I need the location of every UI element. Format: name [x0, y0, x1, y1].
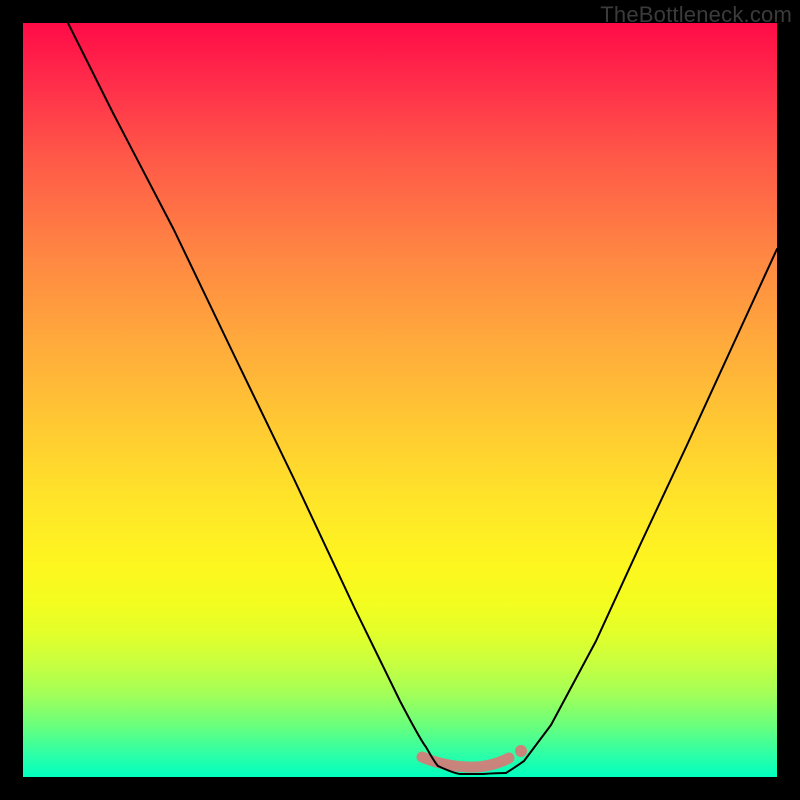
line-left-descending: [68, 23, 506, 774]
frame-border: TheBottleneck.com: [0, 0, 800, 800]
watermark-text: TheBottleneck.com: [600, 2, 792, 28]
valley-end-dot: [515, 745, 527, 757]
plot-area: [23, 23, 777, 777]
chart-svg: [23, 23, 777, 777]
line-right-ascending: [506, 249, 777, 773]
floor-accent-group: [422, 745, 527, 767]
